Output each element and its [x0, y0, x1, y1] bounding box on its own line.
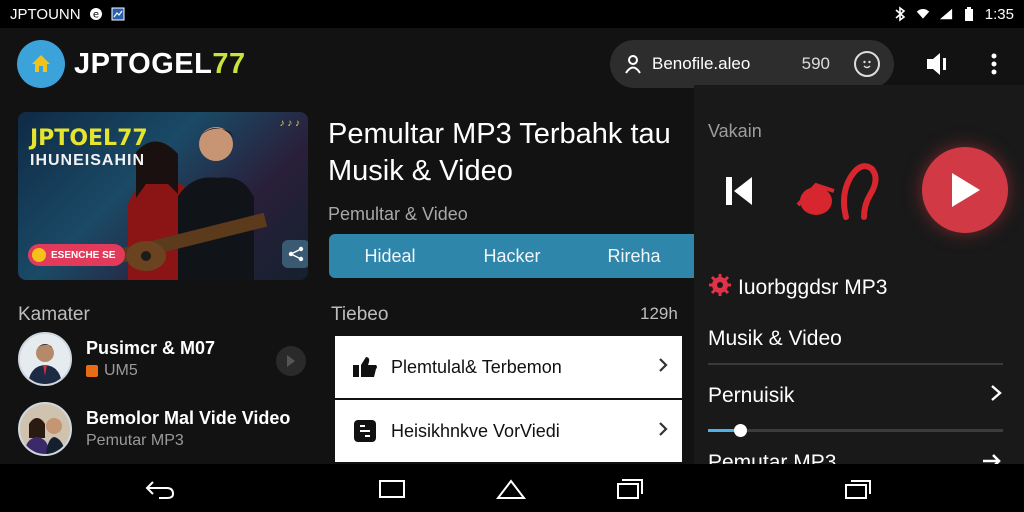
player-menu-item[interactable]: Iuorbggdsr MP3	[708, 273, 1002, 303]
search-count: 590	[801, 54, 830, 73]
list-card[interactable]: Plemtulal& Terbemon	[335, 336, 682, 398]
logo-accent: 77	[212, 48, 246, 80]
previous-track-icon[interactable]	[724, 175, 754, 212]
bluetooth-icon	[893, 6, 907, 22]
image-notification-icon	[111, 7, 125, 21]
emoji-icon[interactable]	[854, 51, 880, 77]
hero-subtitle: IHUNEISAHIN	[30, 152, 146, 169]
player-menu-item[interactable]: Pernuisik	[708, 384, 1002, 408]
app-logo-text: JPTOGEL77	[74, 48, 246, 81]
play-icon	[952, 173, 980, 207]
title-line-1: Pemultar MP3 Terbahk tau	[328, 118, 671, 150]
page-title: Pemultar MP3 Terbahk tau Musik & Video	[328, 116, 700, 190]
volume-icon[interactable]	[924, 50, 952, 78]
hero-badge[interactable]: ESENCHE SE	[28, 244, 126, 266]
progress-bar[interactable]	[708, 424, 1003, 437]
badge-square-icon	[86, 365, 98, 377]
ear-icon	[794, 155, 880, 230]
wifi-icon	[916, 7, 930, 21]
window-icon[interactable]	[842, 476, 874, 502]
logo-main: JPTOGEL	[74, 48, 213, 80]
avatar	[18, 332, 72, 386]
list-item[interactable]: Bemolor Mal Vide Video Pemutar MP3	[18, 402, 308, 458]
svg-text:e: e	[92, 10, 98, 21]
card-label: Plemtulal& Terbemon	[391, 356, 562, 377]
chevron-right-icon[interactable]	[276, 346, 306, 376]
list-item-title: Pusimcr & M07	[86, 338, 216, 358]
player-panel: Vakain Iuorbggdsr MP3 Musik & Video Pern…	[694, 85, 1024, 464]
tab-hideal[interactable]: Hideal	[329, 246, 451, 267]
tab-bar: Hideal Hacker Rireha	[329, 234, 695, 278]
battery-icon	[962, 7, 976, 21]
signal-icon	[939, 7, 953, 21]
hero-badge-label: ESENCHE SE	[51, 249, 116, 261]
player-menu-item-label: Pemutar MP3	[708, 451, 837, 464]
navigation-bar	[0, 464, 1024, 512]
title-line-2: Musik & Video	[328, 155, 513, 187]
hero-banner[interactable]: ♪ ♪ ♪ JPTOEL77 IHUNEISAHIN ESENCHE SE	[18, 112, 308, 280]
player-panel-label: Vakain	[708, 121, 762, 141]
list-card[interactable]: Heisikhnkve VorViedi	[335, 400, 682, 462]
app-screen: JPTOGEL77 Benofile.aleo 590 ♪ ♪ ♪ JPTOEL…	[0, 28, 1024, 464]
back-icon[interactable]	[144, 476, 176, 502]
page-subtitle: Pemultar & Video	[328, 204, 468, 224]
chevron-right-icon	[990, 384, 1002, 408]
arrow-right-icon	[982, 451, 1002, 464]
left-section-heading: Kamater	[18, 304, 90, 325]
player-menu-item-label: Pernuisik	[708, 384, 795, 407]
recent-apps-icon[interactable]	[614, 476, 646, 502]
square-icon[interactable]	[376, 476, 408, 502]
hero-title: JPTOEL77	[30, 126, 148, 151]
tab-hacker[interactable]: Hacker	[451, 246, 573, 267]
card-label: Heisikhnkve VorViedi	[391, 420, 560, 441]
player-menu-item-label: Musik & Video	[708, 327, 842, 350]
mid-section-heading: Tiebeo	[331, 304, 389, 325]
share-icon[interactable]	[282, 240, 308, 268]
thumbs-up-icon	[351, 353, 379, 381]
status-time: 1:35	[984, 5, 1014, 23]
search-text: Benofile.aleo	[652, 54, 751, 73]
player-menu-item[interactable]: Pemutar MP3	[708, 451, 1002, 464]
list-item-subtitle: Pemutar MP3	[86, 432, 184, 449]
mid-section-count: 129h	[640, 304, 678, 323]
progress-knob[interactable]	[734, 424, 748, 437]
user-icon	[624, 54, 642, 74]
notification-icon: e	[89, 7, 103, 21]
avatar	[18, 402, 72, 456]
divider	[708, 363, 1003, 365]
player-menu-item-label: Iuorbggdsr MP3	[738, 276, 888, 299]
chevron-right-icon	[658, 357, 668, 378]
list-item-subtitle-text: UM5	[104, 362, 138, 379]
app-logo-icon[interactable]	[17, 40, 65, 88]
player-menu-item[interactable]: Musik & Video	[708, 327, 1002, 351]
list-item[interactable]: Pusimcr & M07 UM5	[18, 332, 308, 388]
hero-tag: ♪ ♪ ♪	[279, 118, 300, 129]
badge-dot-icon	[32, 248, 46, 262]
gear-icon	[708, 273, 732, 303]
home-icon[interactable]	[495, 476, 527, 502]
more-options-icon[interactable]	[980, 50, 1008, 78]
status-app-label: JPTOUNN	[10, 5, 81, 23]
tab-rireha[interactable]: Rireha	[573, 246, 695, 267]
status-bar: JPTOUNN e 1:35	[0, 0, 1024, 28]
media-file-icon	[351, 417, 379, 445]
search-bar[interactable]: Benofile.aleo 590	[610, 40, 894, 88]
play-button[interactable]	[922, 147, 1008, 233]
list-item-subtitle: UM5	[86, 362, 138, 380]
list-item-title: Bemolor Mal Vide Video	[86, 408, 291, 428]
chevron-right-icon	[658, 421, 668, 442]
